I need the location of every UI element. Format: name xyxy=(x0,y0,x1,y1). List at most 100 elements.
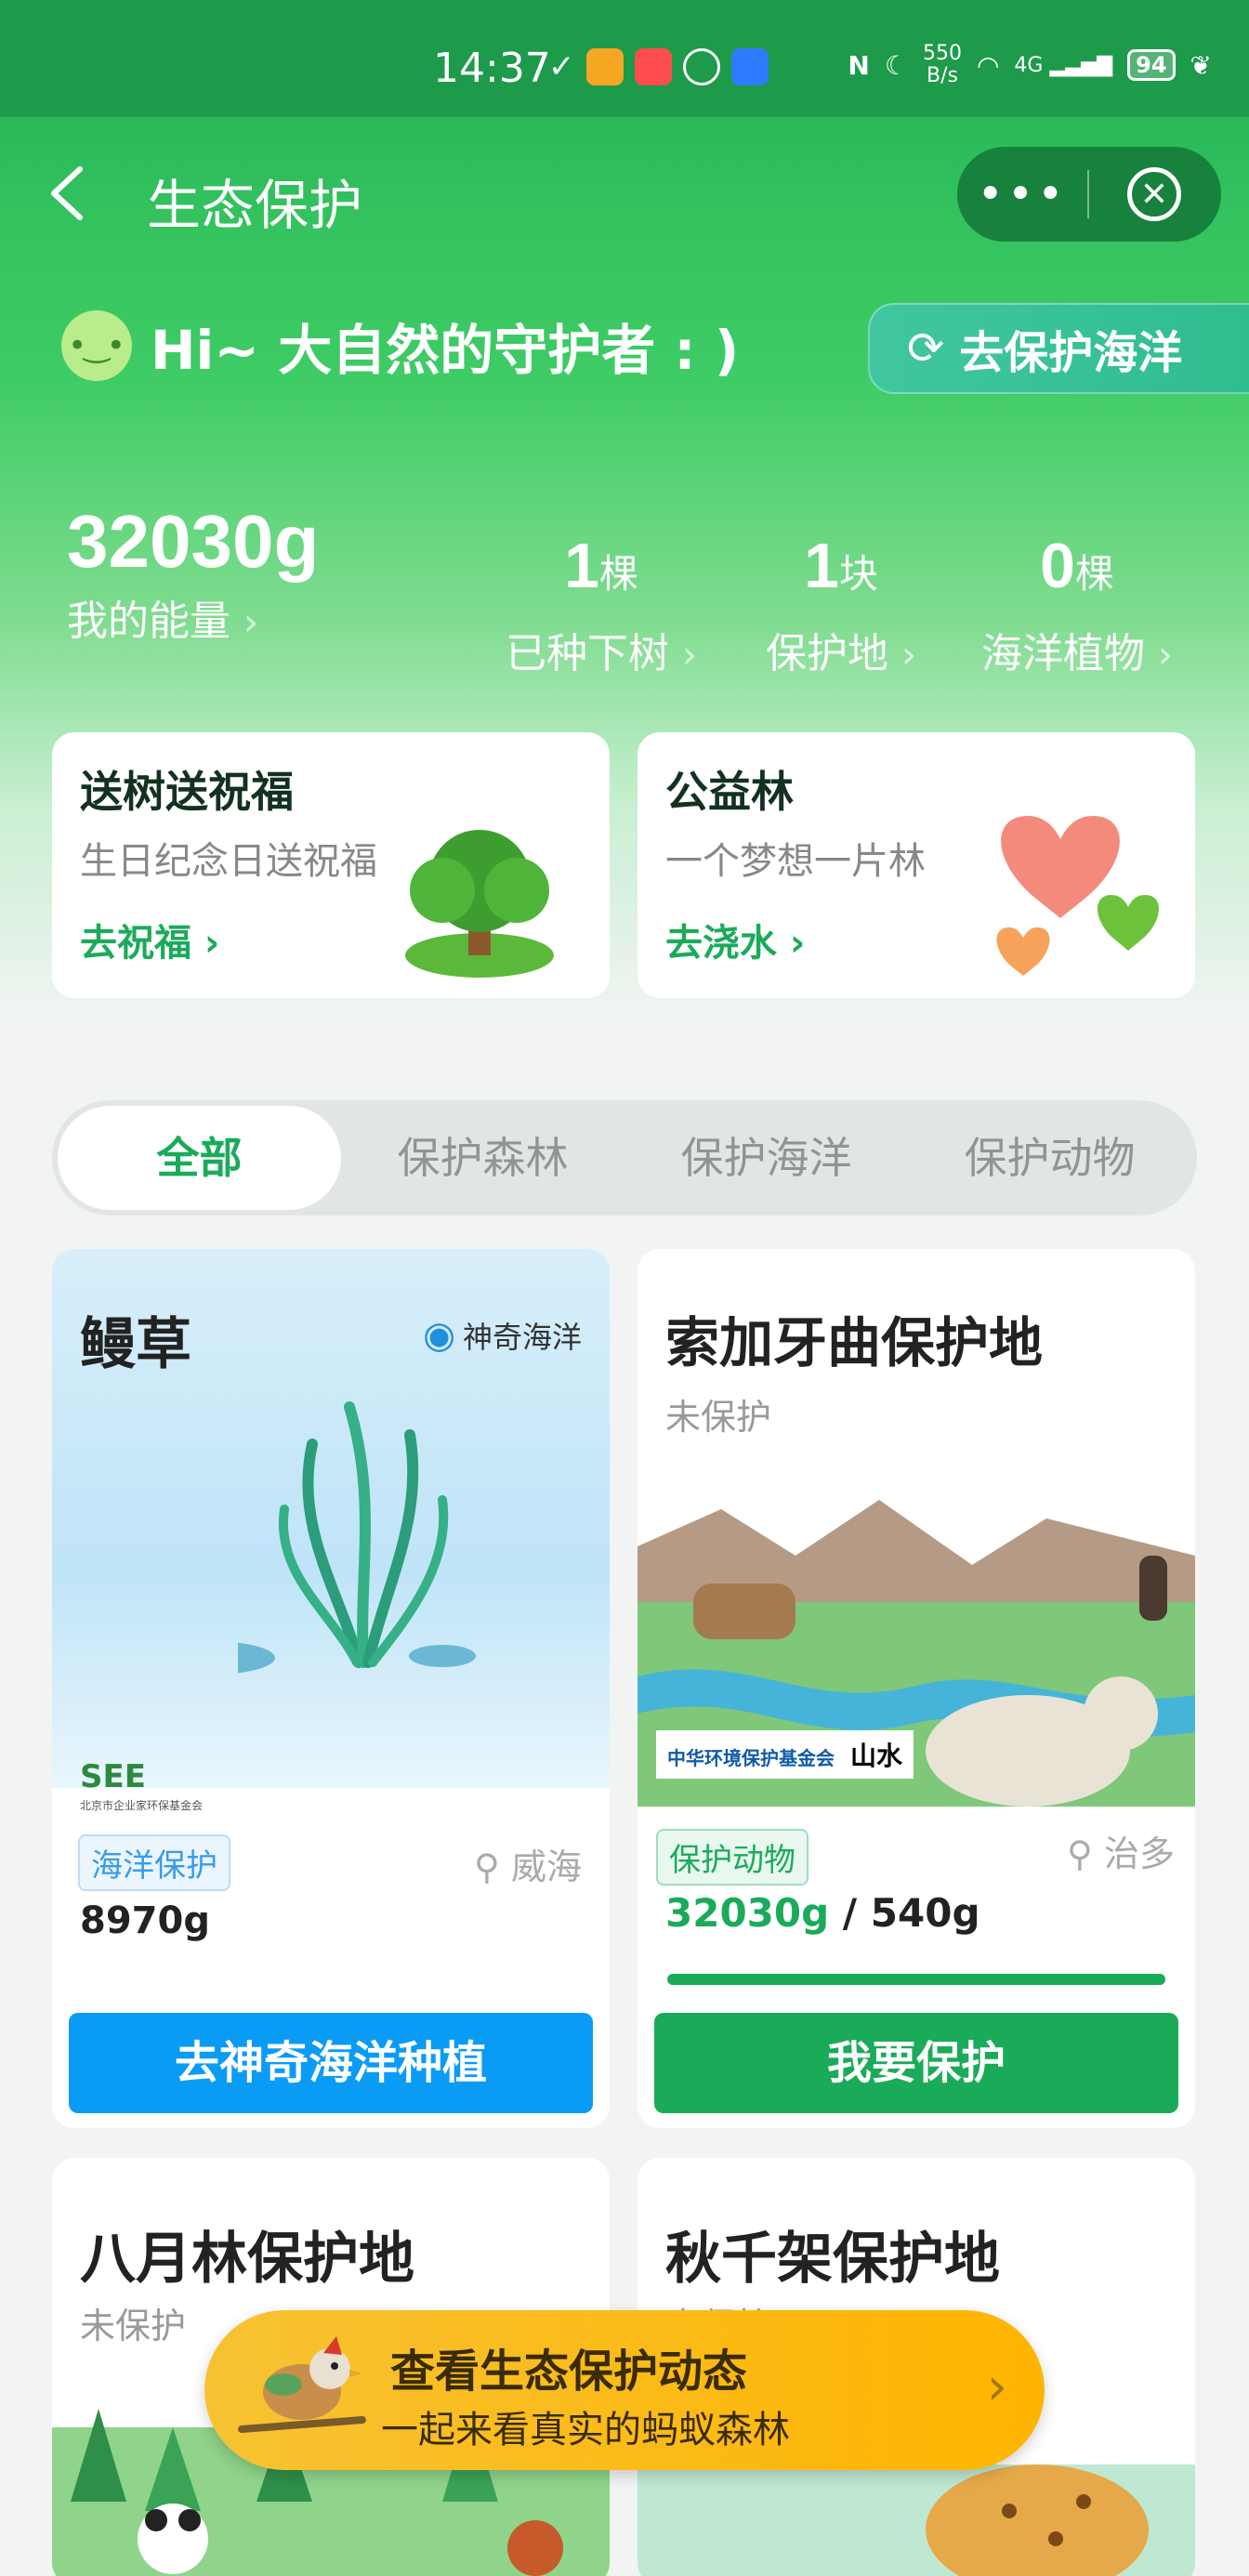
stat-ocean-plants[interactable]: 0棵 海洋植物 › xyxy=(981,526,1173,679)
tab-protect-ocean[interactable]: 保护海洋 xyxy=(624,1106,908,1210)
back-icon[interactable] xyxy=(46,164,87,233)
close-button[interactable]: ✕ xyxy=(1089,167,1219,221)
close-circle-icon: ✕ xyxy=(1127,167,1181,221)
stat-energy[interactable]: 32030g 我的能量 › xyxy=(67,502,319,647)
energy-target: 540g xyxy=(870,1890,980,1936)
energy-progress-bar xyxy=(667,1974,1165,1985)
chevron-right-icon: › xyxy=(901,634,916,677)
category-tag: 海洋保护 xyxy=(78,1834,230,1891)
stat-trees-unit: 棵 xyxy=(598,552,638,596)
cloud-app-icon xyxy=(730,48,769,85)
stat-trees[interactable]: 1棵 已种下树 › xyxy=(506,526,697,679)
moon-icon: ☾ xyxy=(884,49,908,81)
banner-subtitle: 一起来看真实的蚂蚁森林 xyxy=(381,2409,790,2451)
stat-energy-value: 32030g xyxy=(67,500,320,583)
page-title: 生态保护 xyxy=(147,174,363,237)
weibo-icon xyxy=(585,48,624,85)
chevron-right-icon: › xyxy=(243,601,258,644)
tree-illustration-icon xyxy=(405,830,554,978)
org-name: 中华环境保护基金会 xyxy=(667,1747,835,1769)
promo-link[interactable]: 去祝福 › xyxy=(80,913,219,966)
brand-name: 神奇海洋 xyxy=(462,1320,582,1355)
sponsor-logo: SEE 北京市企业家环保基金会 xyxy=(80,1758,203,1813)
stat-land-label: 保护地 xyxy=(766,630,888,677)
promo-gift-tree[interactable]: 送树送祝福 生日纪念日送祝福 去祝福 › xyxy=(52,732,610,998)
eelgrass-illustration-icon xyxy=(238,1401,476,1674)
protect-button[interactable]: 我要保护 xyxy=(654,2013,1178,2113)
eco-news-banner[interactable]: 查看生态保护动态 一起来看真实的蚂蚁森林 › xyxy=(204,2310,1045,2470)
status-system-icons: N ☾ 550 B/s ◠ 4G ▂▃▅▇ 94 ❦ xyxy=(848,43,1212,87)
stat-plants-unit: 棵 xyxy=(1074,552,1114,596)
stat-land-unit: 块 xyxy=(838,552,878,596)
stat-plants-label: 海洋植物 xyxy=(981,630,1145,677)
nfc-icon: N xyxy=(848,49,870,81)
card-title: 八月林保护地 xyxy=(80,2227,414,2292)
miniprogram-capsule: ••• ✕ xyxy=(957,147,1221,242)
status-bar: 14:37 ✓ N ☾ 550 B/s ◠ 4G ▂▃▅▇ 94 ❦ xyxy=(0,0,1249,117)
greeting-text: Hi~ 大自然的守护者 : ) xyxy=(151,319,740,382)
brand-badge: ◉ 神奇海洋 xyxy=(423,1314,582,1357)
card-title: 索加牙曲保护地 xyxy=(665,1311,1044,1374)
stat-land-value: 1 xyxy=(804,531,839,601)
greeting: • ͜ • Hi~ 大自然的守护者 : ) xyxy=(61,307,739,385)
status-time: 14:37 xyxy=(433,45,551,92)
stat-plants-value: 0 xyxy=(1040,531,1075,601)
promo-title: 送树送祝福 xyxy=(80,767,294,817)
project-card-eelgrass[interactable]: 鳗草 ◉ 神奇海洋 SEE 北京市企业家环保基金会 海洋保护 ⚲ 威海 8970… xyxy=(52,1249,610,2128)
signal-type: 4G xyxy=(1014,53,1044,77)
feather-icon: ✓ xyxy=(548,48,575,85)
signal-icon: 4G ▂▃▅▇ xyxy=(1014,53,1113,77)
sponsor-name: SEE xyxy=(80,1758,146,1795)
stat-trees-label: 已种下树 xyxy=(506,630,669,677)
go-protect-ocean-label: 去保护海洋 xyxy=(959,327,1183,379)
card-title: 鳗草 xyxy=(80,1312,191,1377)
net-speed-value: 550 xyxy=(922,42,962,65)
location: ⚲ 治多 xyxy=(1067,1825,1175,1876)
protection-status: 未保护 xyxy=(665,1397,772,1438)
smiley-avatar-icon: • ͜ • xyxy=(61,310,132,381)
promo-public-forest[interactable]: 公益林 一个梦想一片林 去浇水 › xyxy=(638,732,1195,998)
stat-trees-value: 1 xyxy=(564,531,599,601)
magic-ocean-icon: ◉ xyxy=(423,1314,455,1357)
tab-protect-forest[interactable]: 保护森林 xyxy=(341,1106,624,1210)
net-speed-unit: B/s xyxy=(926,64,958,87)
hearts-illustration-icon xyxy=(996,816,1159,976)
banner-title: 查看生态保护动态 xyxy=(390,2346,748,2398)
net-speed: 550 B/s xyxy=(923,43,962,87)
battery-icon: 94 xyxy=(1127,49,1176,81)
tab-all[interactable]: 全部 xyxy=(58,1106,341,1210)
location-name: 治多 xyxy=(1103,1833,1175,1874)
location-name: 威海 xyxy=(510,1847,582,1887)
stat-energy-label: 我的能量 xyxy=(67,598,230,645)
navigation-bar: 生态保护 ••• ✕ xyxy=(0,139,1249,251)
location-pin-icon: ⚲ xyxy=(474,1847,500,1887)
go-protect-ocean-button[interactable]: ⟳ 去保护海洋 xyxy=(868,303,1249,394)
wechat-icon xyxy=(682,48,720,85)
sponsor-subname: 北京市企业家环保基金会 xyxy=(80,1799,204,1812)
org-logo: 中华环境保护基金会 山水 xyxy=(656,1730,914,1779)
energy-progress-fill xyxy=(667,1974,1165,1985)
category-tabs: 全部 保护森林 保护海洋 保护动物 xyxy=(52,1100,1197,1216)
leaf-icon: ❦ xyxy=(1190,49,1212,81)
energy-progress-text: 32030g / 540g xyxy=(665,1890,980,1936)
promo-link[interactable]: 去浇水 › xyxy=(665,913,805,966)
bird-icon xyxy=(238,2336,366,2433)
chevron-right-icon: › xyxy=(682,634,697,677)
plant-magic-ocean-button[interactable]: 去神奇海洋种植 xyxy=(69,2013,593,2113)
wifi-icon: ◠ xyxy=(976,49,1000,81)
energy-current: 32030g xyxy=(665,1890,830,1936)
chevron-right-icon: › xyxy=(986,2357,1007,2417)
more-dots-icon[interactable]: ••• xyxy=(957,168,1087,220)
location-pin-icon: ⚲ xyxy=(1067,1833,1093,1874)
project-card-suojia[interactable]: 索加牙曲保护地 未保护 中华环境保护基金会 山水 保护动物 ⚲ 治多 32030… xyxy=(638,1249,1195,2128)
org-logo-mark: 山水 xyxy=(849,1741,902,1771)
energy-separator: / xyxy=(829,1890,871,1936)
chevron-right-icon: › xyxy=(1158,634,1173,677)
protection-status: 未保护 xyxy=(80,2306,187,2346)
stat-protected-land[interactable]: 1块 保护地 › xyxy=(766,526,916,679)
status-notification-icons: ✓ xyxy=(548,48,769,85)
tab-protect-animals[interactable]: 保护动物 xyxy=(908,1106,1191,1210)
refresh-icon: ⟳ xyxy=(907,322,945,375)
card-title: 秋千架保护地 xyxy=(665,2227,1000,2292)
category-tag: 保护动物 xyxy=(656,1829,809,1886)
